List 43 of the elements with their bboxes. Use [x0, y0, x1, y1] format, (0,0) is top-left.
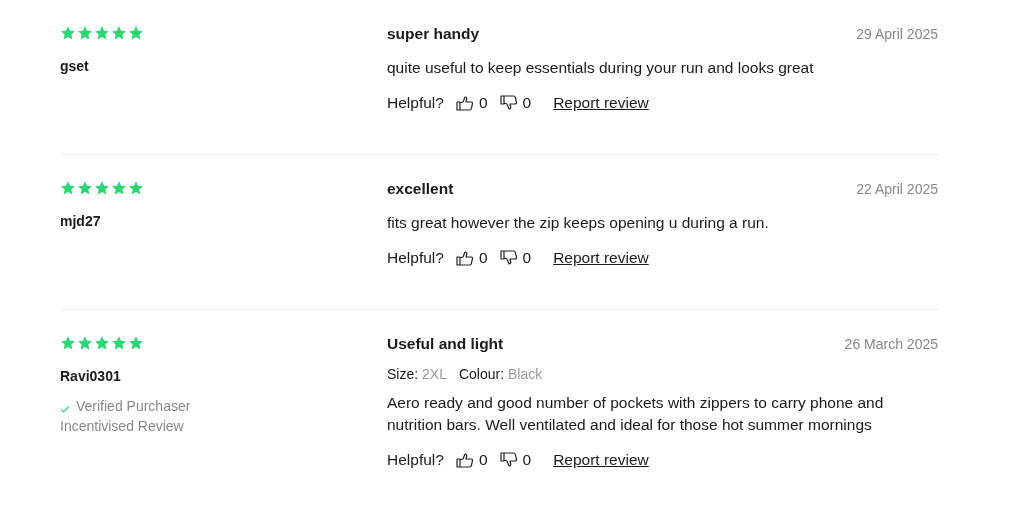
product-attribute: Size: 2XL: [387, 366, 447, 382]
review-text: fits great however the zip keeps opening u during a run.: [387, 213, 770, 233]
report-review-link[interactable]: Report review: [553, 94, 649, 112]
star-icon: [77, 25, 93, 41]
thumbs-down-button[interactable]: 0: [499, 249, 532, 267]
thumbs-up-button[interactable]: 0: [455, 451, 488, 469]
helpful-label: Helpful?: [387, 451, 444, 469]
star-icon: [111, 180, 127, 196]
review-title: super handy: [387, 25, 480, 43]
reviewer-name: mjd27: [60, 213, 102, 229]
helpful-label: Helpful?: [387, 249, 444, 267]
incentivised-review-label: Incentivised Review: [60, 418, 185, 434]
helpful-label: Helpful?: [387, 94, 444, 112]
star-icon: [128, 335, 144, 351]
thumbs-down-button[interactable]: 0: [499, 94, 532, 112]
star-icon: [94, 25, 110, 41]
report-review-link[interactable]: Report review: [553, 249, 649, 267]
star-icon: [77, 180, 93, 196]
review-text: Aero ready and good number of pockets with zippers to carry phone and nutrition bars. Well ventilated and ideal for those hot summer mornings: [387, 393, 885, 435]
review-text: quite useful to keep essentials during your run and looks great: [387, 58, 815, 78]
star-icon: [111, 335, 127, 351]
product-attribute: Colour: Black: [458, 366, 543, 382]
star-icon: [60, 180, 76, 196]
star-icon: [60, 25, 76, 41]
star-icon: [77, 335, 93, 351]
star-icon: [94, 180, 110, 196]
review-date: 29 April 2025: [856, 26, 938, 42]
star-icon: [60, 335, 76, 351]
star-icon: [94, 335, 110, 351]
reviewer-name: gset: [60, 58, 90, 74]
thumbs-up-button[interactable]: 0: [455, 94, 488, 112]
thumbs-up-button[interactable]: 0: [455, 249, 488, 267]
verified-purchaser-label: Verified Purchaser: [76, 398, 191, 414]
star-icon: [111, 25, 127, 41]
review-date: 26 March 2025: [844, 336, 938, 352]
thumbs-down-button[interactable]: 0: [499, 451, 532, 469]
review-title: Useful and light: [387, 335, 504, 353]
review-title: excellent: [387, 180, 454, 198]
report-review-link[interactable]: Report review: [553, 451, 649, 469]
reviewer-name: Ravi0301: [60, 368, 122, 384]
star-icon: [128, 25, 144, 41]
review-date: 22 April 2025: [856, 181, 938, 197]
star-icon: [128, 180, 144, 196]
